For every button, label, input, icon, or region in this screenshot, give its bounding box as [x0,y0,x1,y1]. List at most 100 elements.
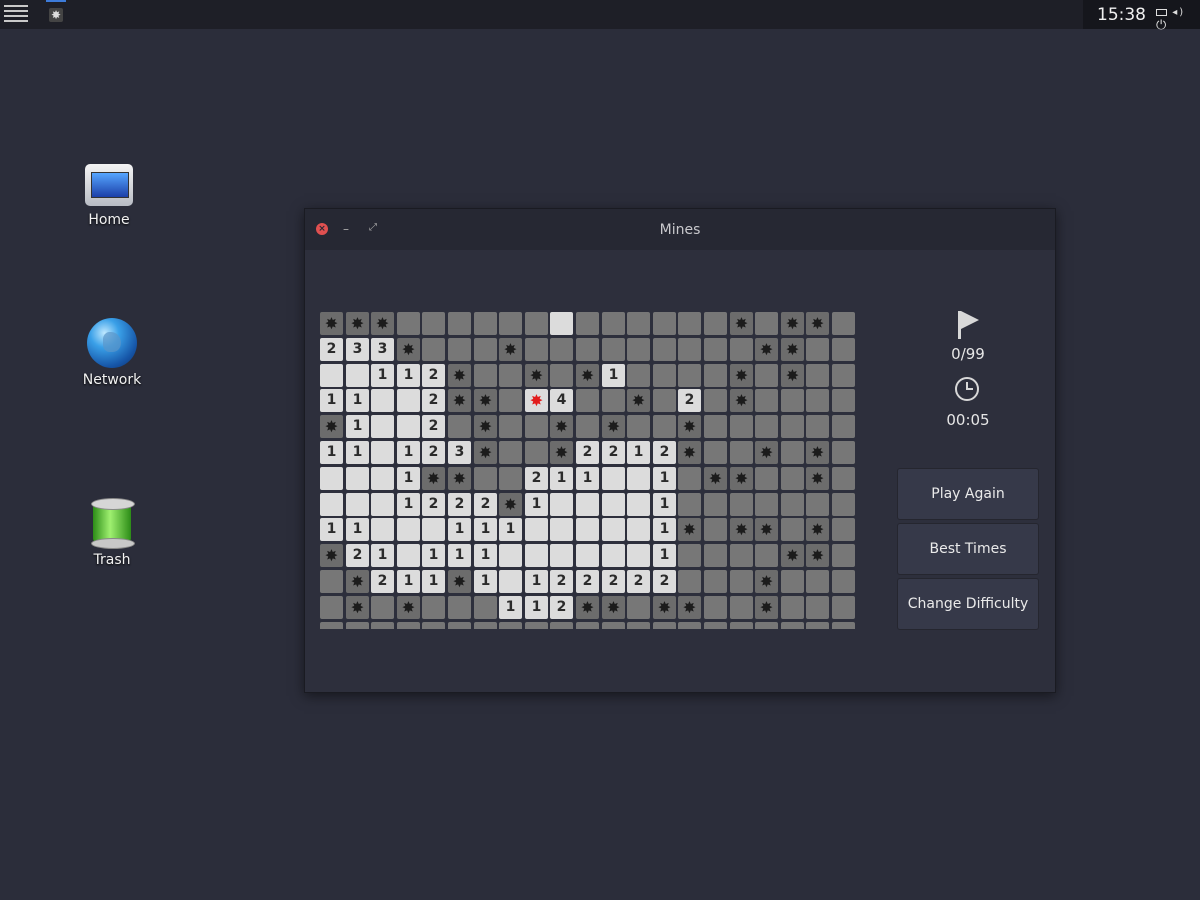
cell-unopened[interactable] [678,622,701,629]
cell-empty[interactable] [397,544,420,567]
cell-number[interactable]: 2 [371,570,394,593]
cell-unopened[interactable] [806,415,829,438]
cell-unopened[interactable] [781,441,804,464]
cell-unopened[interactable] [678,312,701,335]
cell-unopened[interactable] [499,364,522,387]
cell-number[interactable]: 2 [550,570,573,593]
cell-unopened[interactable] [653,364,676,387]
cell-unopened[interactable] [832,622,855,629]
cell-empty[interactable] [371,518,394,541]
cell-mine[interactable]: ✸ [320,544,343,567]
cell-number[interactable]: 3 [448,441,471,464]
cell-mine[interactable]: ✸ [781,338,804,361]
cell-unopened[interactable] [832,544,855,567]
cell-unopened[interactable] [806,596,829,619]
cell-empty[interactable] [525,544,548,567]
cell-unopened[interactable] [371,596,394,619]
cell-mine[interactable]: ✸ [806,518,829,541]
cell-number[interactable]: 1 [448,544,471,567]
cell-mine[interactable]: ✸ [806,312,829,335]
cell-unopened[interactable] [678,493,701,516]
cell-number[interactable]: 2 [627,570,650,593]
cell-unopened[interactable] [627,415,650,438]
cell-unopened[interactable] [320,596,343,619]
cell-number[interactable]: 2 [422,389,445,412]
cell-unopened[interactable] [730,441,753,464]
cell-unopened[interactable] [704,364,727,387]
cell-unopened[interactable] [832,415,855,438]
cell-unopened[interactable] [730,544,753,567]
cell-empty[interactable] [422,518,445,541]
cell-mine[interactable]: ✸ [755,570,778,593]
cell-number[interactable]: 2 [448,493,471,516]
cell-number[interactable]: 1 [474,518,497,541]
cell-mine[interactable]: ✸ [730,312,753,335]
cell-unopened[interactable] [755,415,778,438]
cell-unopened[interactable] [781,596,804,619]
cell-empty[interactable] [627,544,650,567]
cell-number[interactable]: 2 [602,570,625,593]
cell-unopened[interactable] [448,596,471,619]
cell-unopened[interactable] [781,622,804,629]
cell-unopened[interactable] [806,570,829,593]
cell-number[interactable]: 3 [371,338,394,361]
cell-mine[interactable]: ✸ [448,364,471,387]
cell-mine[interactable]: ✸ [678,415,701,438]
cell-unopened[interactable] [499,389,522,412]
cell-empty[interactable] [346,364,369,387]
cell-unopened[interactable] [806,493,829,516]
cell-unopened[interactable] [627,596,650,619]
cell-unopened[interactable] [474,312,497,335]
cell-empty[interactable] [602,518,625,541]
cell-unopened[interactable] [627,312,650,335]
cell-mine[interactable]: ✸ [781,544,804,567]
cell-mine[interactable]: ✸ [550,415,573,438]
cell-unopened[interactable] [832,596,855,619]
desktop-icon-home[interactable]: Home [59,164,159,228]
cell-unopened[interactable] [499,441,522,464]
cell-unopened[interactable] [499,467,522,490]
cell-number[interactable]: 1 [550,467,573,490]
cell-unopened[interactable] [422,622,445,629]
cell-number[interactable]: 1 [397,467,420,490]
cell-number[interactable]: 2 [422,493,445,516]
cell-unopened[interactable] [602,389,625,412]
cell-unopened[interactable] [730,493,753,516]
cell-number[interactable]: 1 [397,493,420,516]
battery-icon[interactable] [1156,8,1167,16]
cell-unopened[interactable] [755,493,778,516]
power-icon[interactable]: ⏻ [1156,18,1168,33]
cell-empty[interactable] [550,518,573,541]
cell-unopened[interactable] [704,389,727,412]
cell-number[interactable]: 2 [653,441,676,464]
cell-empty[interactable] [550,312,573,335]
cell-unopened[interactable] [653,415,676,438]
cell-number[interactable]: 1 [320,518,343,541]
cell-unopened[interactable] [806,622,829,629]
cell-number[interactable]: 2 [678,389,701,412]
cell-unopened[interactable] [525,312,548,335]
cell-empty[interactable] [602,544,625,567]
cell-number[interactable]: 2 [525,467,548,490]
cell-number[interactable]: 1 [422,570,445,593]
cell-unopened[interactable] [653,312,676,335]
cell-mine[interactable]: ✸ [653,596,676,619]
cell-unopened[interactable] [576,415,599,438]
cell-empty[interactable] [550,493,573,516]
cell-empty[interactable] [576,518,599,541]
cell-unopened[interactable] [704,415,727,438]
cell-mine[interactable]: ✸ [474,441,497,464]
cell-mine[interactable]: ✸ [499,493,522,516]
cell-mine[interactable]: ✸ [806,441,829,464]
cell-empty[interactable] [320,364,343,387]
cell-number[interactable]: 2 [422,364,445,387]
cell-unopened[interactable] [576,622,599,629]
cell-number[interactable]: 1 [346,415,369,438]
cell-unopened[interactable] [832,518,855,541]
cell-empty[interactable] [525,518,548,541]
cell-unopened[interactable] [576,338,599,361]
cell-mine[interactable]: ✸ [525,364,548,387]
cell-number[interactable]: 1 [346,389,369,412]
cell-mine[interactable]: ✸ [499,338,522,361]
cell-unopened[interactable] [781,389,804,412]
